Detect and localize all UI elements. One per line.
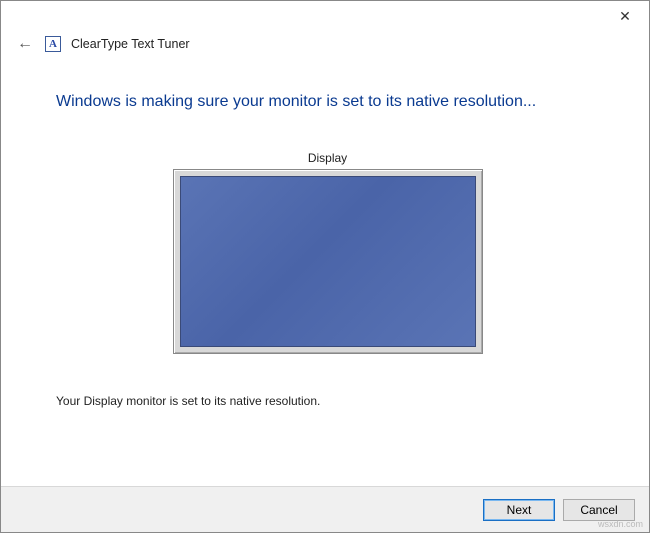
footer: Next Cancel (1, 486, 649, 532)
wizard-content: Windows is making sure your monitor is s… (1, 63, 649, 418)
close-button[interactable]: ✕ (605, 3, 645, 29)
back-button[interactable]: ← (15, 35, 35, 53)
header: ← A ClearType Text Tuner (1, 31, 649, 63)
titlebar: ✕ (1, 1, 649, 31)
display-label: Display (56, 151, 599, 165)
page-heading: Windows is making sure your monitor is s… (56, 93, 599, 111)
status-text: Your Display monitor is set to its nativ… (56, 394, 599, 408)
app-title: ClearType Text Tuner (71, 37, 190, 51)
back-arrow-icon: ← (17, 35, 33, 52)
display-preview: Display (56, 151, 599, 354)
app-icon: A (45, 36, 61, 52)
next-button[interactable]: Next (483, 499, 555, 521)
cancel-button[interactable]: Cancel (563, 499, 635, 521)
monitor-screen (180, 176, 476, 347)
close-icon: ✕ (619, 8, 631, 25)
monitor-frame (173, 169, 483, 354)
